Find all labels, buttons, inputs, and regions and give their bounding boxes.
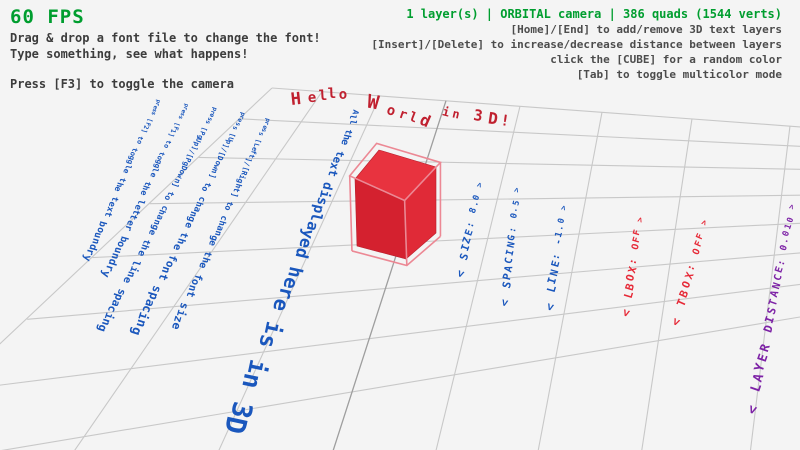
fps-counter: 60 FPS [10, 6, 85, 28]
scene-viewport[interactable]: Allthetextdisplayedhereisin3Dpress[Left]… [0, 0, 800, 450]
red-cube[interactable] [350, 143, 441, 265]
status-bar: 1 layer(s) | ORBITAL camera | 386 quads … [406, 7, 782, 21]
